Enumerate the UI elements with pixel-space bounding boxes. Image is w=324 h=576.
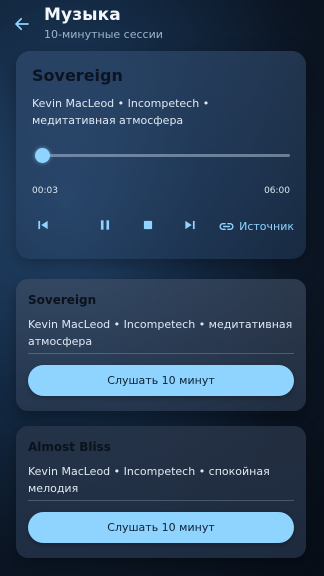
current-time: 00:03 <box>32 186 58 196</box>
back-button[interactable] <box>10 12 34 36</box>
track-card-title: Sovereign <box>28 293 97 307</box>
previous-button[interactable] <box>32 214 54 236</box>
track-card-meta: Kevin MacLeod • Incompetech • спокойная … <box>28 465 270 495</box>
track-card-meta: Kevin MacLeod • Incompetech • медитативн… <box>28 318 293 348</box>
track-card: Sovereign Kevin MacLeod • Incompetech • … <box>16 279 306 411</box>
track-card-title: Almost Bliss <box>28 440 111 454</box>
app-header: Музыка 10-минутные сессии <box>0 0 324 46</box>
divider <box>28 500 294 501</box>
playback-controls: Источник <box>32 214 294 236</box>
listen-10-min-button[interactable]: Слушать 10 минут <box>28 512 294 543</box>
listen-10-min-button[interactable]: Слушать 10 минут <box>28 365 294 396</box>
arrow-left-icon <box>15 17 29 31</box>
source-label: Источник <box>239 219 294 233</box>
track-card: Almost Bliss Kevin MacLeod • Incompetech… <box>16 426 306 558</box>
page-title: Музыка <box>44 5 121 25</box>
pause-icon <box>100 220 110 230</box>
now-playing-meta: Kevin MacLeod • Incompetech • медитативн… <box>32 97 210 127</box>
skip-next-icon <box>185 220 195 230</box>
link-icon <box>219 222 234 230</box>
source-link[interactable]: Источник <box>218 216 294 236</box>
seek-thumb[interactable] <box>35 148 50 163</box>
seek-rail <box>40 154 290 157</box>
seek-slider[interactable] <box>32 145 290 167</box>
now-playing-title: Sovereign <box>32 66 123 85</box>
pause-button[interactable] <box>94 214 116 236</box>
next-button[interactable] <box>179 214 201 236</box>
total-time: 06:00 <box>264 186 290 196</box>
divider <box>28 353 294 354</box>
stop-button[interactable] <box>137 214 159 236</box>
stop-icon <box>143 220 153 230</box>
skip-previous-icon <box>38 220 48 230</box>
page-subtitle: 10-минутные сессии <box>44 28 163 41</box>
now-playing-card: Sovereign Kevin MacLeod • Incompetech • … <box>16 51 306 259</box>
